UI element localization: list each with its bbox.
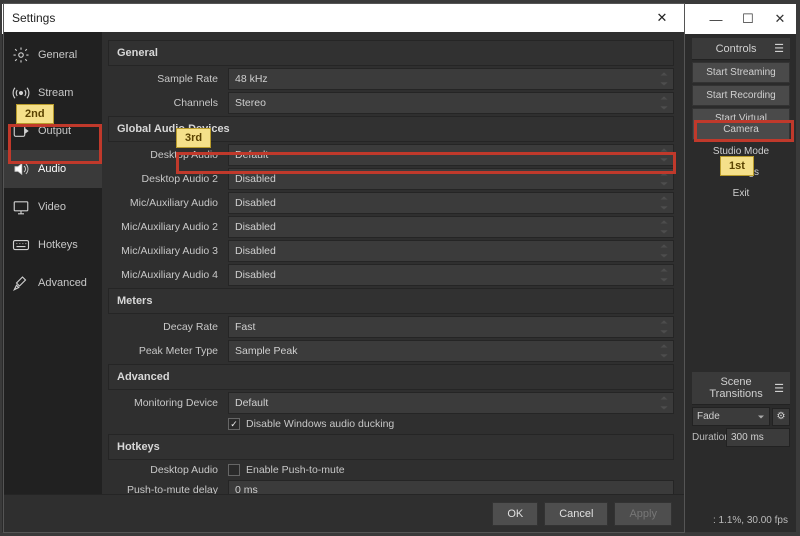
mic-aux-audio-4-label: Mic/Auxiliary Audio 4 — [108, 269, 228, 281]
mic-aux-audio-2-label: Mic/Auxiliary Audio 2 — [108, 221, 228, 233]
sidebar-item-stream[interactable]: Stream — [4, 74, 102, 112]
controls-header-label: Controls — [698, 43, 774, 55]
duration-label: Duration — [692, 432, 724, 443]
section-hotkeys: Hotkeys — [108, 434, 674, 460]
desktop-audio-label: Desktop Audio — [108, 149, 228, 161]
hotkeys-icon — [12, 236, 30, 254]
monitoring-device-select[interactable]: Default — [228, 392, 674, 414]
scene-transitions-label: Scene Transitions — [698, 376, 774, 400]
section-advanced: Advanced — [108, 364, 674, 390]
sample-rate-label: Sample Rate — [108, 73, 228, 85]
sidebar-item-label: Audio — [38, 163, 66, 175]
dialog-buttons: OK Cancel Apply — [4, 494, 684, 532]
start-streaming-button[interactable]: Start Streaming — [692, 62, 790, 83]
sidebar-item-label: Output — [38, 125, 71, 137]
output-icon — [12, 122, 30, 140]
duration-spinner[interactable]: 300 ms — [726, 428, 790, 447]
sidebar-item-video[interactable]: Video — [4, 188, 102, 226]
close-button[interactable]: ✕ — [764, 11, 796, 27]
section-meters: Meters — [108, 288, 674, 314]
settings-dialog: Settings ✕ General Stream Output Audio — [4, 4, 684, 532]
panel-menu-icon[interactable]: ☰ — [774, 42, 784, 55]
desktop-audio-2-select[interactable]: Disabled — [228, 168, 674, 190]
section-general: General — [108, 40, 674, 66]
peak-type-select[interactable]: Sample Peak — [228, 340, 674, 362]
sidebar-item-hotkeys[interactable]: Hotkeys — [4, 226, 102, 264]
maximize-button[interactable]: ☐ — [732, 11, 764, 27]
close-icon[interactable]: ✕ — [648, 10, 676, 26]
push-to-mute-checkbox[interactable]: Enable Push-to-mute — [228, 462, 674, 478]
desktop-audio-2-label: Desktop Audio 2 — [108, 173, 228, 185]
sidebar-item-general[interactable]: General — [4, 36, 102, 74]
audio-icon — [12, 160, 30, 178]
minimize-button[interactable]: — — [700, 12, 732, 27]
mic-aux-audio-3-select[interactable]: Disabled — [228, 240, 674, 262]
controls-header: Controls ☰ — [692, 38, 790, 60]
sidebar-item-label: Stream — [38, 87, 73, 99]
desktop-audio-select[interactable]: Default — [228, 144, 674, 166]
settings-button[interactable]: Settings — [692, 163, 790, 182]
transition-settings-button[interactable]: ⚙ — [772, 408, 790, 426]
stream-icon — [12, 84, 30, 102]
video-icon — [12, 198, 30, 216]
scene-transitions-panel: Scene Transitions ☰ Fade ⚙ Duration 300 … — [692, 372, 790, 447]
exit-button[interactable]: Exit — [692, 184, 790, 203]
section-devices: Global Audio Devices — [108, 116, 674, 142]
studio-mode-button[interactable]: Studio Mode — [692, 142, 790, 161]
push-mute-delay-input[interactable] — [228, 480, 674, 494]
settings-titlebar: Settings ✕ — [4, 4, 684, 32]
cancel-button[interactable]: Cancel — [544, 502, 608, 526]
sidebar-item-label: General — [38, 49, 77, 61]
scene-transitions-header: Scene Transitions ☰ — [692, 372, 790, 405]
apply-button[interactable]: Apply — [614, 502, 672, 526]
channels-select[interactable]: Stereo — [228, 92, 674, 114]
peak-type-label: Peak Meter Type — [108, 345, 228, 357]
channels-label: Channels — [108, 97, 228, 109]
sidebar-item-label: Video — [38, 201, 66, 213]
settings-content: General Sample Rate 48 kHz Channels Ster… — [102, 32, 684, 494]
sidebar-item-label: Hotkeys — [38, 239, 78, 251]
checkmark-icon: ✓ — [228, 418, 240, 430]
sidebar-item-audio[interactable]: Audio — [4, 150, 102, 188]
mic-aux-audio-4-select[interactable]: Disabled — [228, 264, 674, 286]
sidebar-item-output[interactable]: Output — [4, 112, 102, 150]
panel-menu-icon[interactable]: ☰ — [774, 382, 784, 395]
mic-aux-audio-3-label: Mic/Auxiliary Audio 3 — [108, 245, 228, 257]
decay-rate-select[interactable]: Fast — [228, 316, 674, 338]
start-recording-button[interactable]: Start Recording — [692, 85, 790, 106]
checkbox-icon — [228, 464, 240, 476]
advanced-icon — [12, 274, 30, 292]
status-bar: : 1.1%, 30.00 fps — [713, 515, 788, 526]
start-virtual-camera-button[interactable]: Start Virtual Camera — [692, 108, 790, 140]
transition-select[interactable]: Fade — [692, 407, 770, 426]
push-mute-delay-label: Push-to-mute delay — [108, 484, 228, 494]
controls-panel: Controls ☰ Start Streaming Start Recordi… — [692, 38, 790, 203]
decay-rate-label: Decay Rate — [108, 321, 228, 333]
monitoring-device-label: Monitoring Device — [108, 397, 228, 409]
sidebar-item-advanced[interactable]: Advanced — [4, 264, 102, 302]
settings-title: Settings — [12, 11, 648, 25]
settings-sidebar: General Stream Output Audio Video Hotkey… — [4, 32, 102, 494]
sample-rate-select[interactable]: 48 kHz — [228, 68, 674, 90]
desktop-audio-hk-label: Desktop Audio — [108, 464, 228, 476]
mic-aux-audio-2-select[interactable]: Disabled — [228, 216, 674, 238]
mic-aux-audio-select[interactable]: Disabled — [228, 192, 674, 214]
gear-icon — [12, 46, 30, 64]
sidebar-item-label: Advanced — [38, 277, 87, 289]
ok-button[interactable]: OK — [492, 502, 538, 526]
disable-ducking-checkbox[interactable]: ✓Disable Windows audio ducking — [228, 416, 674, 432]
mic-aux-audio-label: Mic/Auxiliary Audio — [108, 197, 228, 209]
gear-icon: ⚙ — [777, 411, 786, 422]
